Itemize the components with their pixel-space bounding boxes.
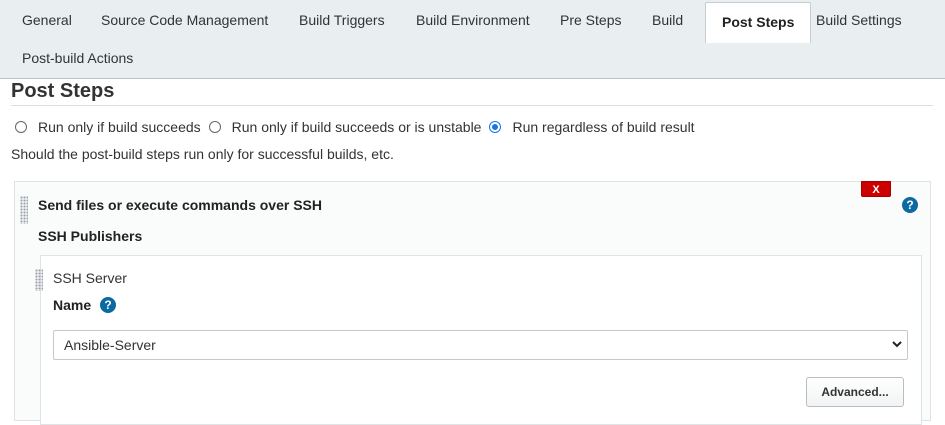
radio-run-if-succeeds-or-unstable[interactable]: Run only if build succeeds or is unstabl… bbox=[208, 119, 482, 135]
tab-build-environment[interactable]: Build Environment bbox=[400, 0, 546, 40]
help-icon[interactable]: ? bbox=[902, 197, 918, 213]
name-label: Name bbox=[53, 297, 91, 313]
radio-button[interactable] bbox=[208, 121, 221, 133]
radio-button[interactable] bbox=[15, 121, 27, 133]
name-label-text: Name bbox=[53, 297, 92, 313]
advanced-button[interactable]: Advanced... bbox=[806, 377, 904, 407]
radio-label: Run only if build succeeds bbox=[38, 119, 201, 135]
step-title: Send files or execute commands over SSH bbox=[38, 197, 322, 213]
chevron-down-icon bbox=[891, 331, 903, 369]
post-step-radio-group: Run only if build succeeds Run only if b… bbox=[15, 119, 703, 135]
drag-handle-icon[interactable] bbox=[35, 269, 43, 291]
tab-build[interactable]: Build bbox=[636, 0, 699, 40]
select-value: Ansible-Server bbox=[64, 337, 156, 353]
radio-label: Run regardless of build result bbox=[512, 119, 695, 135]
radio-run-if-succeeds[interactable]: Run only if build succeeds bbox=[15, 119, 201, 135]
radio-button-checked[interactable] bbox=[489, 121, 502, 133]
name-help-icon[interactable]: ? bbox=[100, 297, 116, 313]
drag-handle-icon[interactable] bbox=[20, 196, 28, 224]
tab-build-settings[interactable]: Build Settings bbox=[800, 0, 918, 40]
tab-build-triggers[interactable]: Build Triggers bbox=[283, 0, 401, 40]
tab-post-build-actions[interactable]: Post-build Actions bbox=[6, 38, 149, 78]
ssh-server-name-select[interactable]: Ansible-Server bbox=[53, 330, 908, 360]
section-title: Post Steps bbox=[11, 80, 115, 102]
radio-label: Run only if build succeeds or is unstabl… bbox=[231, 119, 482, 135]
ssh-publishers-label: SSH Publishers bbox=[38, 228, 143, 244]
radio-run-regardless[interactable]: Run regardless of build result bbox=[489, 119, 695, 135]
tab-general[interactable]: General bbox=[6, 0, 88, 40]
delete-step-button[interactable]: X bbox=[861, 181, 891, 197]
section-divider bbox=[11, 105, 933, 106]
tab-source-code-management[interactable]: Source Code Management bbox=[85, 0, 284, 40]
tab-post-steps[interactable]: Post Steps bbox=[705, 2, 812, 43]
tab-bar: General Source Code Management Build Tri… bbox=[0, 0, 945, 79]
ssh-server-label: SSH Server bbox=[53, 270, 127, 286]
tab-pre-steps[interactable]: Pre Steps bbox=[544, 0, 637, 40]
section-description: Should the post-build steps run only for… bbox=[11, 146, 394, 162]
